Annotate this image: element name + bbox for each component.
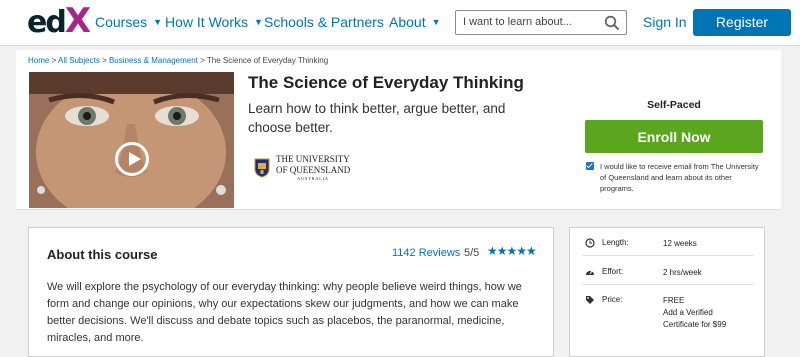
about-course-card: About this course 1142 Reviews 5/5 ★★★★★… [28, 227, 554, 357]
breadcrumb-separator: > [102, 56, 107, 65]
search-icon[interactable] [604, 15, 620, 31]
nav-courses[interactable]: Courses ▼ [95, 14, 162, 30]
star-rating-icon: ★★★★★ [487, 244, 537, 258]
course-title: The Science of Everyday Thinking [248, 73, 524, 92]
email-optin-checkbox[interactable] [586, 162, 594, 170]
nav-schools-partners[interactable]: Schools & Partners [264, 14, 384, 30]
edx-logo[interactable]: edX [27, 4, 91, 38]
clock-icon [585, 238, 595, 248]
fact-effort-value: 2 hrs/week [663, 268, 702, 277]
search-input[interactable] [463, 16, 603, 28]
breadcrumb: Home > All Subjects > Business & Managem… [28, 56, 328, 65]
sign-in-link[interactable]: Sign In [643, 14, 687, 30]
nav-courses-label: Courses [95, 14, 148, 30]
rating-value: 5/5 [464, 247, 480, 259]
chevron-down-icon: ▼ [431, 17, 441, 27]
fact-price-label: Price: [602, 295, 623, 304]
breadcrumb-home[interactable]: Home [28, 56, 49, 65]
course-subtitle: Learn how to think better, argue better,… [248, 101, 506, 135]
university-logo[interactable]: The University Of Queensland AUSTRALIA [254, 154, 350, 181]
play-icon[interactable] [115, 142, 149, 176]
search-box [455, 10, 627, 35]
breadcrumb-separator: > [200, 56, 205, 65]
tag-icon [586, 296, 594, 304]
course-video[interactable] [29, 72, 234, 208]
divider [582, 255, 754, 256]
register-button[interactable]: Register [693, 9, 791, 36]
university-name-line1: The University [276, 154, 350, 164]
course-hero: Home > All Subjects > Business & Managem… [16, 50, 781, 210]
breadcrumb-current: The Science of Everyday Thinking [206, 56, 329, 65]
nav-schools-partners-label: Schools & Partners [264, 14, 384, 30]
reviews-link[interactable]: 1142 Reviews [392, 247, 460, 259]
breadcrumb-separator: > [51, 56, 57, 65]
nav-about-label: About [389, 14, 426, 30]
nav-how-it-works-label: How It Works [165, 14, 248, 30]
chevron-down-icon: ▼ [153, 17, 163, 27]
university-crest-icon [254, 158, 270, 178]
fact-price-verified-line2: Certificate for $99 [663, 320, 727, 329]
pacing-label: Self-Paced [647, 99, 701, 111]
fact-effort-label: Effort: [602, 267, 624, 276]
nav-how-it-works[interactable]: How It Works ▼ [165, 14, 263, 30]
course-description: We will explore the psychology of our ev… [47, 281, 522, 344]
divider [582, 284, 754, 285]
email-optin-label: I would like to receive email from The U… [600, 162, 759, 193]
fact-price-value: FREE [663, 296, 685, 305]
about-heading: About this course [47, 247, 158, 262]
chevron-down-icon: ▼ [253, 17, 263, 27]
video-thumbnail [29, 72, 234, 208]
fact-price-verified-line1: Add a Verified [663, 308, 713, 317]
fact-length-value: 12 weeks [663, 239, 697, 248]
course-facts-card: Length: 12 weeks Effort: 2 hrs/week Pric… [569, 227, 765, 357]
breadcrumb-all-subjects[interactable]: All Subjects [58, 56, 100, 65]
university-country: AUSTRALIA [297, 176, 329, 181]
breadcrumb-business-management[interactable]: Business & Management [109, 56, 198, 65]
university-name-line2: Of Queensland [276, 165, 351, 175]
enroll-now-button[interactable]: Enroll Now [585, 120, 763, 153]
site-header: edX Courses ▼ How It Works ▼ Schools & P… [0, 0, 800, 46]
fact-length-label: Length: [602, 238, 629, 247]
gauge-icon [586, 270, 594, 275]
nav-about[interactable]: About ▼ [389, 14, 441, 30]
email-optin: I would like to receive email from The U… [586, 161, 764, 194]
